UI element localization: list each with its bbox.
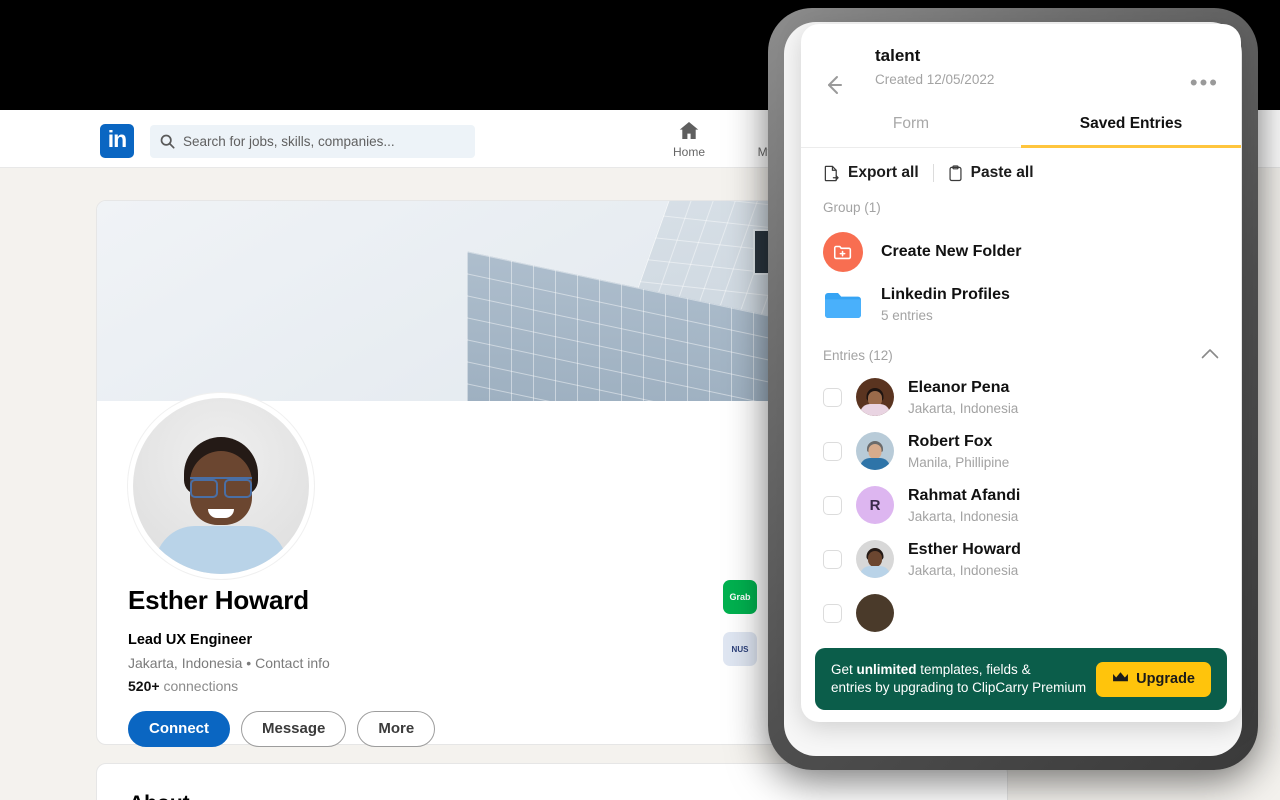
entries-section-label: Entries (12) bbox=[823, 347, 893, 363]
clipcarry-popup: talent Created 12/05/2022 ••• Form Saved… bbox=[801, 24, 1241, 722]
entry-location: Manila, Phillipine bbox=[908, 454, 1010, 470]
entry-text: Eleanor Pena Jakarta, Indonesia bbox=[908, 379, 1018, 416]
profile-actions: Connect Message More bbox=[128, 711, 436, 747]
entry-location: Jakarta, Indonesia bbox=[908, 508, 1019, 524]
entry-checkbox[interactable] bbox=[823, 387, 842, 407]
avatar bbox=[856, 432, 894, 470]
nus-logo-icon: NUS bbox=[723, 632, 757, 666]
list-item[interactable]: Robert Fox Manila, Phillipine bbox=[823, 424, 1219, 478]
popup-header: talent Created 12/05/2022 ••• bbox=[801, 24, 1241, 94]
paste-all-label: Paste all bbox=[970, 164, 1034, 181]
page-title: Esther Howard bbox=[128, 585, 309, 615]
entry-name: Eleanor Pena bbox=[908, 378, 1010, 396]
more-options-icon[interactable]: ••• bbox=[1190, 72, 1219, 94]
entry-text: Rahmat Afandi Jakarta, Indonesia bbox=[908, 487, 1020, 524]
tab-form[interactable]: Form bbox=[801, 105, 1021, 147]
folder-entry-count: 5 entries bbox=[881, 308, 933, 323]
avatar bbox=[856, 540, 894, 578]
upgrade-button[interactable]: Upgrade bbox=[1096, 661, 1211, 697]
entry-name: Rahmat Afandi bbox=[908, 486, 1021, 504]
create-new-folder-button[interactable]: Create New Folder bbox=[823, 225, 1219, 279]
paste-all-button[interactable]: Paste all bbox=[948, 164, 1034, 182]
profile-headline: Lead UX Engineer bbox=[128, 632, 253, 648]
entry-location: Jakarta, Indonesia bbox=[908, 400, 1019, 416]
entry-name: Robert Fox bbox=[908, 432, 993, 450]
upgrade-banner-text: Get unlimited templates, fields & entrie… bbox=[831, 661, 1086, 697]
avatar: R bbox=[856, 486, 894, 524]
chevron-up-icon[interactable] bbox=[1201, 346, 1219, 364]
crown-icon bbox=[1112, 671, 1129, 688]
entry-checkbox[interactable] bbox=[823, 549, 842, 569]
nav-item-home-label: Home bbox=[672, 145, 705, 159]
popup-scroll-area[interactable]: Group (1) Create New Folder Linkedin Pro… bbox=[801, 192, 1241, 722]
list-item[interactable]: Esther Howard Jakarta, Indonesia bbox=[823, 532, 1219, 586]
entry-location: Jakarta, Indonesia bbox=[908, 562, 1019, 578]
home-icon bbox=[650, 119, 728, 143]
connect-button[interactable]: Connect bbox=[128, 711, 230, 747]
list-item[interactable]: R Rahmat Afandi Jakarta, Indonesia bbox=[823, 478, 1219, 532]
folder-name: Linkedin Profiles bbox=[881, 286, 1010, 303]
folder-item[interactable]: Linkedin Profiles 5 entries bbox=[823, 279, 1219, 330]
folder-text: Linkedin Profiles 5 entries bbox=[881, 286, 1010, 323]
folder-icon bbox=[823, 290, 863, 320]
create-folder-label: Create New Folder bbox=[881, 243, 1022, 260]
actions-divider bbox=[932, 164, 934, 182]
banner-line2: entries by upgrading to ClipCarry Premiu… bbox=[831, 680, 1087, 695]
entry-text: Robert Fox Manila, Phillipine bbox=[908, 433, 1009, 470]
export-icon bbox=[824, 165, 839, 181]
profile-connections[interactable]: 520+ connections bbox=[128, 678, 435, 694]
export-all-button[interactable]: Export all bbox=[823, 164, 919, 182]
avatar-photo bbox=[133, 398, 309, 574]
avatar bbox=[856, 378, 894, 416]
entries-section-header[interactable]: Entries (12) bbox=[823, 346, 1219, 364]
entry-checkbox[interactable] bbox=[823, 603, 842, 623]
search-placeholder-text: Search for jobs, skills, companies... bbox=[183, 134, 395, 149]
list-item[interactable]: Eleanor Pena Jakarta, Indonesia bbox=[823, 370, 1219, 424]
message-button[interactable]: Message bbox=[241, 711, 347, 747]
back-arrow-icon[interactable] bbox=[821, 72, 847, 98]
upgrade-label: Upgrade bbox=[1136, 671, 1195, 687]
nav-item-home[interactable]: Home bbox=[650, 119, 728, 159]
group-section-label: Group (1) bbox=[823, 200, 881, 215]
avatar bbox=[856, 594, 894, 632]
tab-saved-entries[interactable]: Saved Entries bbox=[1021, 105, 1241, 148]
popup-tabs: Form Saved Entries bbox=[801, 105, 1241, 148]
about-title: About bbox=[129, 792, 975, 800]
linkedin-logo[interactable]: in bbox=[100, 124, 134, 158]
list-item-partial[interactable] bbox=[823, 586, 1219, 640]
connections-count: 520+ bbox=[128, 678, 160, 694]
entry-checkbox[interactable] bbox=[823, 441, 842, 461]
profile-info: Esther Howard Lead UX Engineer Jakarta, … bbox=[128, 585, 436, 747]
popup-actions-bar: Export all Paste all bbox=[801, 148, 1241, 192]
search-icon bbox=[160, 134, 175, 149]
grab-logo-icon: Grab bbox=[723, 580, 757, 614]
search-input[interactable]: Search for jobs, skills, companies... bbox=[150, 125, 475, 158]
screenshot-root: in Search for jobs, skills, companies...… bbox=[0, 0, 1280, 800]
upgrade-banner: Get unlimited templates, fields & entrie… bbox=[815, 648, 1227, 710]
entry-text: Esther Howard Jakarta, Indonesia bbox=[908, 541, 1021, 578]
create-folder-icon bbox=[823, 232, 863, 272]
entry-name: Esther Howard bbox=[908, 540, 1021, 558]
popup-title: talent bbox=[875, 46, 921, 65]
popup-created-date: Created 12/05/2022 bbox=[875, 72, 995, 87]
paste-icon bbox=[949, 164, 962, 181]
avatar[interactable] bbox=[128, 393, 314, 579]
connections-label: connections bbox=[163, 678, 239, 694]
export-all-label: Export all bbox=[848, 164, 919, 181]
entry-checkbox[interactable] bbox=[823, 495, 842, 515]
profile-location[interactable]: Jakarta, Indonesia • Contact info bbox=[128, 655, 435, 671]
more-button[interactable]: More bbox=[357, 711, 436, 747]
banner-line1: Get unlimited templates, fields & bbox=[831, 662, 1031, 677]
